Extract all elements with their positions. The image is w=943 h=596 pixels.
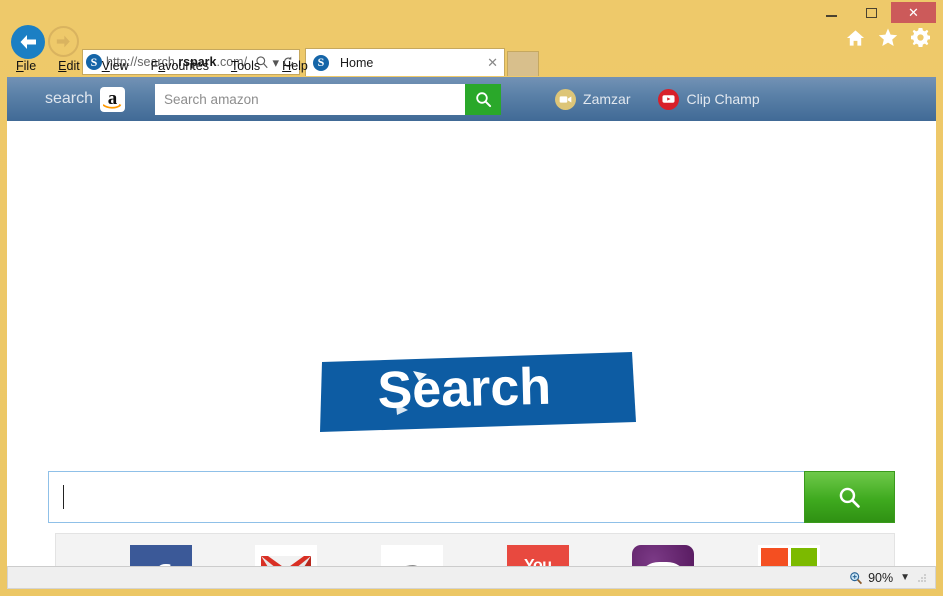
back-button[interactable]: [11, 25, 45, 59]
forward-button[interactable]: [48, 26, 79, 57]
main-search-box: [48, 471, 895, 523]
toolbar-link-clip-champ[interactable]: Clip Champ: [658, 88, 760, 110]
minimize-button[interactable]: [811, 2, 851, 23]
main-search-input[interactable]: [64, 472, 804, 522]
minimize-icon: [825, 15, 837, 17]
amazon-search-button[interactable]: [465, 83, 502, 115]
tile-gmail[interactable]: [255, 544, 318, 566]
facebook-icon: f: [152, 557, 170, 567]
menu-item-edit[interactable]: Edit: [58, 59, 80, 73]
back-arrow-icon: [20, 35, 36, 49]
toolbar-link-zamzar[interactable]: Zamzar: [555, 88, 631, 110]
settings-gear-icon[interactable]: [911, 28, 930, 47]
main-search-button[interactable]: [804, 471, 895, 523]
search-icon: [839, 487, 860, 508]
window-controls: ✕: [811, 2, 936, 23]
search-logo-banner-icon: Search: [320, 352, 636, 432]
tile-amazon[interactable]: a: [381, 544, 444, 566]
browser-command-icons: [846, 28, 930, 47]
menu-item-help[interactable]: Help: [282, 59, 308, 73]
menu-item-view[interactable]: View: [102, 59, 129, 73]
menu-bar: File Edit View Favourites Tools Help: [0, 56, 943, 76]
youtube-icon-top: You: [524, 556, 552, 566]
title-bar: ✕: [0, 0, 943, 24]
close-button[interactable]: ✕: [891, 2, 936, 23]
browser-window: ✕ S http://search.rspark.com/ ▾ S Home ✕…: [0, 0, 943, 596]
amazon-search-group: [155, 83, 502, 115]
maximize-button[interactable]: [851, 2, 891, 23]
amazon-icon: a: [400, 548, 424, 566]
amazon-swoosh-icon: [103, 103, 122, 109]
toolbar-link-clip-champ-label: Clip Champ: [686, 91, 760, 107]
toolbar-link-zamzar-label: Zamzar: [583, 91, 631, 107]
zoom-level-label: 90%: [868, 570, 894, 585]
amazon-brand-label: search: [45, 90, 94, 107]
zoom-in-icon: [850, 571, 863, 584]
amazon-brand[interactable]: search a: [45, 86, 126, 112]
search-logo: Search: [318, 352, 636, 434]
browser-viewport: search a Search amazon Zamzar Clip Champ…: [7, 77, 936, 566]
video-camera-icon: [555, 88, 577, 110]
tile-microsoft[interactable]: [758, 544, 821, 566]
amazon-logo-icon: a: [100, 86, 126, 112]
tile-facebook[interactable]: f: [129, 544, 192, 567]
menu-item-favourites[interactable]: Favourites: [151, 59, 209, 73]
microsoft-square-red: [761, 547, 788, 566]
amazon-search-toolbar: search a Search amazon Zamzar Clip Champ: [7, 77, 936, 121]
menu-item-file[interactable]: File: [16, 59, 36, 73]
shortcut-tiles-panel: ‹ f a: [55, 533, 895, 566]
status-bar: 90% ▼: [7, 566, 936, 589]
play-button-icon: [658, 88, 680, 110]
navigation-bar: S http://search.rspark.com/ ▾ S Home ✕: [0, 22, 943, 76]
amazon-search-input[interactable]: [155, 83, 466, 115]
gmail-icon: [261, 555, 312, 566]
home-icon[interactable]: [846, 29, 865, 47]
main-search-field[interactable]: [48, 471, 804, 523]
microsoft-square-green: [790, 547, 818, 566]
search-page-body: Search ‹: [7, 121, 936, 566]
tile-youtube[interactable]: You Tube: [506, 544, 569, 566]
zoom-control[interactable]: 90%: [849, 571, 893, 585]
zoom-dropdown-icon[interactable]: ▼: [900, 572, 910, 583]
amazon-toolbar-links: Zamzar Clip Champ: [555, 88, 760, 110]
favorites-star-icon[interactable]: [878, 28, 898, 47]
resize-grip-icon[interactable]: [917, 573, 927, 583]
forward-arrow-icon: [56, 35, 70, 48]
maximize-icon: [865, 7, 877, 18]
menu-item-tools[interactable]: Tools: [231, 59, 260, 73]
shortcut-tiles-list: f a: [98, 544, 852, 567]
tile-yahoo[interactable]: Y !: [632, 544, 695, 566]
search-icon: [475, 91, 491, 107]
